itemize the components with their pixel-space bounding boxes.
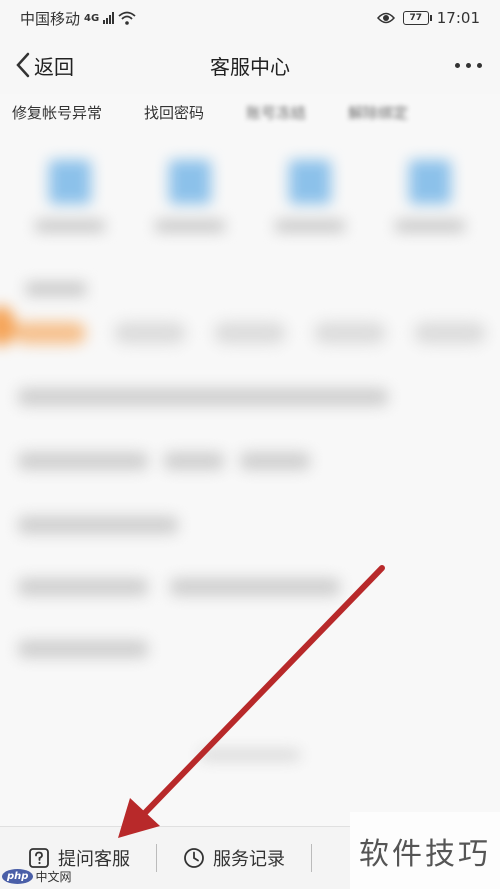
filter-chip[interactable] bbox=[214, 322, 286, 344]
network-type: 4G bbox=[84, 12, 100, 24]
divider bbox=[311, 844, 312, 872]
clock-icon bbox=[184, 848, 204, 868]
more-dot-icon bbox=[477, 62, 482, 68]
question-icon bbox=[29, 848, 49, 868]
question-item[interactable] bbox=[18, 452, 148, 470]
more-menu-button[interactable] bbox=[451, 55, 486, 76]
signal-icon bbox=[103, 12, 115, 24]
tab-repair-account[interactable]: 修复帐号异常 bbox=[12, 102, 102, 123]
php-logo-badge: php bbox=[2, 869, 34, 884]
list-footer bbox=[200, 750, 300, 760]
filter-chip[interactable] bbox=[414, 322, 486, 344]
section-title bbox=[26, 282, 86, 296]
filter-chip[interactable] bbox=[314, 322, 386, 344]
tab-unbind[interactable]: 解除绑定 bbox=[348, 102, 408, 123]
status-bar: 中国移动 4G 77 17:01 bbox=[0, 0, 500, 36]
tab-find-password[interactable]: 找回密码 bbox=[144, 102, 204, 123]
service-records-label: 服务记录 bbox=[213, 849, 285, 870]
tab-account-frozen[interactable]: 账号冻结 bbox=[246, 102, 306, 123]
question-item[interactable] bbox=[18, 388, 388, 406]
more-dot-icon bbox=[466, 62, 471, 68]
site-logo: php 中文网 bbox=[2, 868, 71, 885]
page-title: 客服中心 bbox=[210, 54, 290, 79]
service-shortcut[interactable] bbox=[20, 160, 120, 232]
carrier-name: 中国移动 bbox=[20, 9, 81, 28]
wifi-icon bbox=[118, 11, 136, 25]
filter-chips bbox=[0, 296, 500, 344]
question-item[interactable] bbox=[18, 516, 178, 534]
back-button[interactable]: 返回 bbox=[14, 51, 74, 80]
filter-chip[interactable] bbox=[114, 322, 186, 344]
watermark: 软件技巧 bbox=[350, 812, 500, 889]
blurred-area bbox=[0, 130, 500, 760]
category-tabs: 修复帐号异常 找回密码 账号冻结 解除绑定 bbox=[0, 94, 500, 130]
service-shortcut[interactable] bbox=[380, 160, 480, 232]
eye-comfort-icon bbox=[376, 12, 395, 24]
divider bbox=[156, 844, 157, 872]
question-item[interactable] bbox=[18, 578, 148, 596]
service-shortcut[interactable] bbox=[140, 160, 240, 232]
question-item[interactable] bbox=[170, 578, 340, 596]
service-records-button[interactable]: 服务记录 bbox=[183, 845, 285, 871]
service-shortcut[interactable] bbox=[260, 160, 360, 232]
question-item[interactable] bbox=[18, 640, 148, 658]
main-content: 修复帐号异常 找回密码 账号冻结 解除绑定 bbox=[0, 94, 500, 826]
clock: 17:01 bbox=[436, 9, 480, 27]
more-dot-icon bbox=[455, 62, 460, 68]
nav-bar: 返回 客服中心 bbox=[0, 36, 500, 94]
question-item[interactable] bbox=[164, 452, 224, 470]
service-icon-row bbox=[0, 130, 500, 232]
battery-icon: 77 bbox=[402, 11, 432, 25]
filter-chip[interactable] bbox=[14, 322, 86, 344]
question-item[interactable] bbox=[240, 452, 310, 470]
php-logo-text: 中文网 bbox=[35, 870, 72, 884]
chevron-left-icon bbox=[16, 52, 30, 78]
back-label: 返回 bbox=[34, 54, 74, 79]
